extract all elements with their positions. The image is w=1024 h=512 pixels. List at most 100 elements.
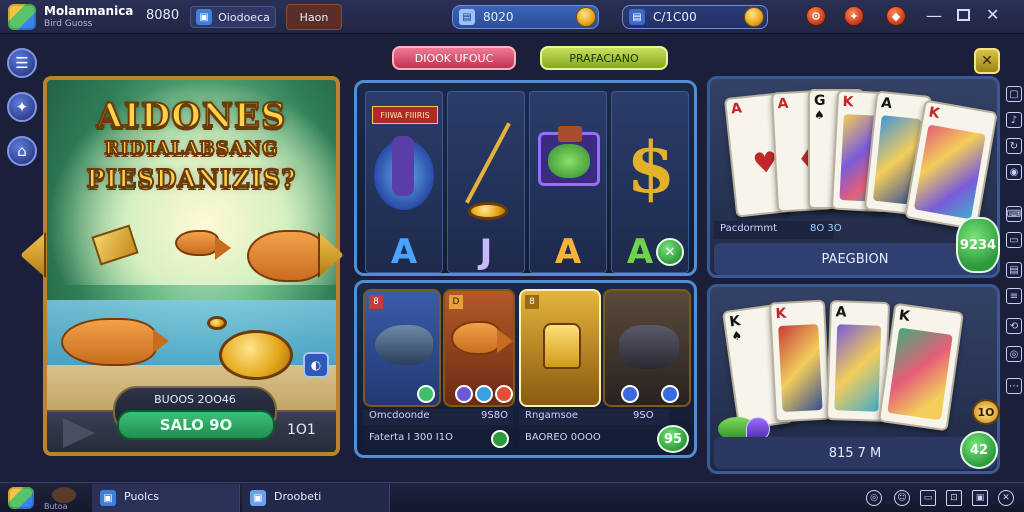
fish-app-icon[interactable]: [52, 487, 76, 503]
expand-icon[interactable]: ▢: [1006, 86, 1022, 102]
balance-pill-1[interactable]: ▤ 8020: [452, 5, 599, 29]
tab-haon[interactable]: Haon: [286, 4, 342, 30]
playing-card[interactable]: K: [768, 299, 832, 423]
orb-icon: [661, 385, 679, 403]
info-label: Pacdormmt: [720, 223, 778, 234]
window-icon: ▣: [100, 490, 116, 506]
value-badge[interactable]: 95: [657, 425, 689, 453]
value-badge[interactable]: 42: [960, 431, 998, 469]
wallet-icon: ▤: [459, 9, 475, 25]
gold-bag-icon: [543, 323, 581, 369]
maximize-icon[interactable]: [957, 9, 970, 21]
info-icon[interactable]: ◐: [303, 352, 329, 378]
card-art: [778, 324, 823, 412]
frog-icon: [548, 144, 590, 178]
layers-icon[interactable]: ≡: [1006, 288, 1022, 304]
app-logo[interactable]: [8, 4, 36, 30]
app-name: Molanmanica: [44, 4, 134, 18]
settings-icon[interactable]: ⚙: [806, 6, 826, 26]
card-badge-icon: D: [449, 295, 463, 309]
play-arrow-icon[interactable]: [63, 418, 95, 448]
home-icon[interactable]: ☰: [7, 48, 37, 78]
card-badge-icon: 8: [525, 295, 539, 309]
camera-icon[interactable]: ◉: [1006, 164, 1022, 180]
panel-label: PAEGBION: [821, 251, 889, 267]
card-art: [834, 324, 882, 412]
card-rank: K: [842, 93, 854, 111]
screen-icon[interactable]: ▭: [1006, 232, 1022, 248]
reel-letter: J: [479, 232, 493, 272]
rotate-icon[interactable]: ⟲: [1006, 318, 1022, 334]
prev-arrow-icon[interactable]: [20, 232, 46, 278]
card-hand-panel-bottom[interactable]: K ♠ K A K 1O 815 7 M 42: [707, 284, 1000, 474]
orb-icon: [455, 385, 473, 403]
goldfish-icon: [451, 321, 513, 355]
info-value: 8O 3O: [810, 223, 842, 234]
game-title-line-2: RIDIALABSANG: [104, 137, 279, 160]
window-icon: ▣: [250, 490, 266, 506]
swords-icon[interactable]: ✕: [656, 238, 684, 266]
star-icon[interactable]: ✦: [7, 92, 37, 122]
game-card-1[interactable]: 8: [363, 289, 441, 407]
small-info-bar: Pacdormmt 8O 3O: [714, 221, 842, 239]
refresh-icon[interactable]: ↻: [1006, 138, 1022, 154]
info-label: Omcdoonde: [369, 410, 430, 421]
value-badge[interactable]: 9234: [956, 217, 1000, 273]
orb-icon: [417, 385, 435, 403]
game-card-4[interactable]: [603, 289, 691, 407]
header-button-left[interactable]: DIOOK UFOUC: [392, 46, 516, 70]
close-panel-icon[interactable]: ✕: [974, 48, 1000, 74]
tab-oiodoeca[interactable]: ▣ Oiodoeca: [190, 6, 276, 28]
card-suit: ♠: [814, 108, 825, 122]
lock-icon[interactable]: ⌂: [7, 136, 37, 166]
card-game-panel[interactable]: 8 D 8 Omcdoonde 9S8O Rngamsoe 9SO Fatert…: [354, 280, 697, 458]
reel-1: FIIWA FIIIRIS A: [365, 91, 443, 273]
card-rank: K: [897, 307, 911, 325]
more-icon[interactable]: ⋯: [1006, 378, 1022, 394]
reel-2: J: [447, 91, 525, 273]
fire-icon[interactable]: ✦: [844, 6, 864, 26]
top-counter: 8080: [146, 8, 180, 23]
record-icon[interactable]: ▣: [972, 490, 988, 506]
card-hand-panel-top[interactable]: A ♥ A ♦ G ♠ K A K Pacdormmt 8O 3O PAEGBI…: [707, 76, 1000, 278]
close-icon[interactable]: ✕: [986, 7, 999, 23]
card-rank: A: [777, 95, 789, 113]
dollar-icon: $: [626, 125, 676, 209]
sound-icon[interactable]: ♪: [1006, 112, 1022, 128]
featured-game-panel[interactable]: AIDONES RIDIALABSANG PIESDANIZIS? ◐ 1O1 …: [43, 76, 340, 456]
shield-icon[interactable]: ◆: [886, 6, 906, 26]
close-tray-icon[interactable]: ✕: [998, 490, 1014, 506]
coin-icon: [576, 7, 596, 27]
slot-machine-panel[interactable]: FIIWA FIIIRIS A J A $ A ✕: [354, 80, 697, 276]
screenshot-icon[interactable]: ⊡: [946, 490, 962, 506]
taskbar-tab-2[interactable]: ▣ Droobeti: [242, 484, 390, 512]
balance-pill-2[interactable]: ▤ C/1C00: [622, 5, 768, 29]
gamepad-icon[interactable]: ◎: [866, 490, 882, 506]
tab-label: Haon: [299, 10, 329, 24]
monitor-icon[interactable]: ▭: [920, 490, 936, 506]
card-suit: ♠: [730, 327, 744, 344]
emoji-icon[interactable]: ☺: [894, 490, 910, 506]
tab-label: Oiodoeca: [218, 10, 270, 24]
playing-card[interactable]: K: [877, 302, 965, 432]
panel-label-bar: 815 7 M: [714, 437, 996, 469]
minimize-icon[interactable]: —: [926, 8, 942, 24]
orb-icon: [495, 385, 513, 403]
taskbar-tab-1[interactable]: ▣ Puolcs: [92, 484, 240, 512]
info-row-2-left: Faterta I 300 I1O: [363, 429, 513, 449]
folder-icon[interactable]: ▤: [1006, 262, 1022, 278]
taskbar-logo[interactable]: [8, 487, 34, 509]
game-card-2[interactable]: D: [443, 289, 515, 407]
small-badge[interactable]: 1O: [972, 399, 1000, 425]
play-button[interactable]: SALO 9O: [117, 410, 275, 440]
location-icon[interactable]: ◎: [1006, 346, 1022, 362]
panel-label: 815 7 M: [828, 445, 882, 461]
wallet-icon: ▤: [629, 9, 645, 25]
banner: FIIWA FIIIRIS: [372, 106, 438, 124]
reel-3: A: [529, 91, 607, 273]
card-rank: G: [814, 93, 826, 109]
game-card-3[interactable]: 8: [519, 289, 601, 407]
taskbar: Butoa ▣ Puolcs ▣ Droobeti ◎ ☺ ▭ ⊡ ▣ ✕: [0, 482, 1024, 512]
keyboard-icon[interactable]: ⌨: [1006, 206, 1022, 222]
header-button-right[interactable]: PRAFACIANO: [540, 46, 668, 70]
